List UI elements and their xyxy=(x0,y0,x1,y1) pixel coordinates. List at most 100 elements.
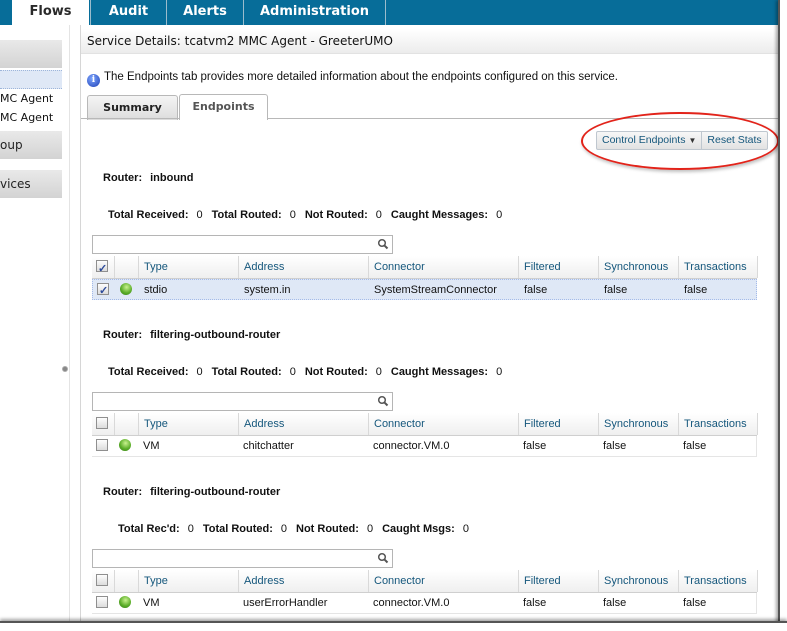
router-label: Router: xyxy=(103,486,143,498)
reset-stats-button[interactable]: Reset Stats xyxy=(701,132,766,149)
col-header-synchronous[interactable]: Synchronous xyxy=(598,256,678,278)
col-header-status xyxy=(114,570,138,592)
cell-connector: connector.VM.0 xyxy=(373,597,450,609)
endpoint-search-input[interactable] xyxy=(93,393,373,410)
stat-label: Caught Msgs: xyxy=(382,523,455,535)
col-header-synchronous[interactable]: Synchronous xyxy=(598,413,678,435)
col-header-type[interactable]: Type xyxy=(138,256,238,278)
sidebar-header-services[interactable]: vices xyxy=(0,170,62,198)
col-header-transactions[interactable]: Transactions xyxy=(678,570,757,592)
row-checkbox-cell[interactable] xyxy=(92,436,114,456)
cell-transactions: false xyxy=(683,440,707,452)
tab-endpoints[interactable]: Endpoints xyxy=(179,94,268,120)
row-checkbox-cell[interactable] xyxy=(92,593,114,613)
stat-label: Caught Messages: xyxy=(390,209,489,221)
col-header-connector[interactable]: Connector xyxy=(368,256,518,278)
stat-label: Caught Messages: xyxy=(390,366,489,378)
splitter-handle[interactable] xyxy=(62,366,68,372)
row-checkbox[interactable] xyxy=(96,439,108,452)
col-header-filtered[interactable]: Filtered xyxy=(518,256,598,278)
search-icon[interactable] xyxy=(377,395,389,407)
table-row[interactable]: stdio system.in SystemStreamConnector fa… xyxy=(92,279,757,300)
row-checkbox[interactable] xyxy=(97,281,109,299)
col-header-address[interactable]: Address xyxy=(238,256,368,278)
table-row[interactable]: VM chitchatter connector.VM.0 false fals… xyxy=(92,436,757,457)
endpoint-search-input[interactable] xyxy=(93,236,373,253)
cell-filtered: false xyxy=(523,597,547,609)
col-header-address[interactable]: Address xyxy=(238,413,368,435)
select-all-checkbox[interactable] xyxy=(96,574,108,587)
cell-address: userErrorHandler xyxy=(243,597,328,609)
endpoint-search-input[interactable] xyxy=(93,550,373,567)
tab-summary[interactable]: Summary xyxy=(87,95,178,120)
row-checkbox-cell[interactable] xyxy=(93,280,115,299)
info-message: i The Endpoints tab provides more detaile… xyxy=(87,69,618,87)
col-header-status xyxy=(114,256,138,278)
stat-value: 0 xyxy=(496,209,503,221)
col-header-address[interactable]: Address xyxy=(238,570,368,592)
endpoint-search-box xyxy=(92,392,393,411)
cell-type: stdio xyxy=(144,284,168,296)
stat-label: Total Received: xyxy=(108,209,189,221)
search-icon[interactable] xyxy=(377,238,389,250)
control-endpoints-button[interactable]: Control Endpoints ▼ xyxy=(597,132,701,149)
info-icon: i xyxy=(87,74,100,87)
router-name: inbound xyxy=(150,172,194,184)
endpoint-search-box xyxy=(92,549,393,568)
stat-value: 0 xyxy=(196,366,203,378)
cell-address: chitchatter xyxy=(243,440,294,452)
col-header-synchronous[interactable]: Synchronous xyxy=(598,570,678,592)
col-header-transactions[interactable]: Transactions xyxy=(678,256,757,278)
nav-tab-flows[interactable]: Flows xyxy=(12,0,89,26)
endpoints-grid: Type Address Connector Filtered Synchron… xyxy=(92,413,758,457)
cell-transactions: false xyxy=(684,284,708,296)
select-all-checkbox[interactable] xyxy=(96,417,108,430)
grid-header: Type Address Connector Filtered Synchron… xyxy=(92,570,758,593)
cell-filtered: false xyxy=(524,284,548,296)
sidebar-item-mc-agent-1[interactable]: MC Agent xyxy=(0,90,62,108)
select-all-checkbox-cell[interactable] xyxy=(92,570,114,592)
router-name: filtering-outbound-router xyxy=(150,329,281,341)
nav-tab-audit[interactable]: Audit xyxy=(90,0,166,25)
col-header-type[interactable]: Type xyxy=(138,413,238,435)
stat-label: Total Routed: xyxy=(211,209,282,221)
torn-edge-bottom xyxy=(0,621,787,631)
status-cell xyxy=(114,436,138,456)
stat-value: 0 xyxy=(496,366,503,378)
col-header-filtered[interactable]: Filtered xyxy=(518,413,598,435)
nav-tab-administration[interactable]: Administration xyxy=(243,0,385,25)
cell-type: VM xyxy=(143,597,160,609)
col-header-connector[interactable]: Connector xyxy=(368,413,518,435)
stat-value: 0 xyxy=(289,209,296,221)
select-all-checkbox[interactable] xyxy=(96,258,108,278)
col-header-type[interactable]: Type xyxy=(138,570,238,592)
top-nav: Flows Audit Alerts Administration xyxy=(0,0,787,26)
stat-value: 0 xyxy=(375,366,382,378)
col-header-filtered[interactable]: Filtered xyxy=(518,570,598,592)
select-all-checkbox-cell[interactable] xyxy=(92,413,114,435)
torn-edge-right xyxy=(778,0,787,631)
endpoints-grid: Type Address Connector Filtered Synchron… xyxy=(92,570,758,614)
splitter[interactable] xyxy=(69,25,70,625)
col-header-transactions[interactable]: Transactions xyxy=(678,413,757,435)
router-title: Router: filtering-outbound-router xyxy=(103,329,280,341)
sidebar-item-selected[interactable] xyxy=(0,70,62,89)
stat-label: Total Received: xyxy=(108,366,189,378)
row-checkbox[interactable] xyxy=(96,596,108,609)
stat-value: 0 xyxy=(196,209,203,221)
cell-connector: connector.VM.0 xyxy=(373,440,450,452)
table-row[interactable]: VM userErrorHandler connector.VM.0 false… xyxy=(92,593,757,614)
cell-type: VM xyxy=(143,440,160,452)
stat-label: Total Routed: xyxy=(211,366,282,378)
chevron-down-icon: ▼ xyxy=(688,136,697,145)
search-icon[interactable] xyxy=(377,552,389,564)
select-all-checkbox-cell[interactable] xyxy=(92,256,114,278)
stat-value: 0 xyxy=(366,523,374,535)
col-header-connector[interactable]: Connector xyxy=(368,570,518,592)
sidebar-item-mc-agent-2[interactable]: MC Agent xyxy=(0,109,62,127)
stat-label: Total Routed: xyxy=(202,523,273,535)
router-title: Router: filtering-outbound-router xyxy=(103,486,280,498)
sidebar-header-group[interactable]: oup xyxy=(0,131,62,159)
sidebar-header-1[interactable] xyxy=(0,40,62,68)
nav-tab-alerts[interactable]: Alerts xyxy=(166,0,243,25)
